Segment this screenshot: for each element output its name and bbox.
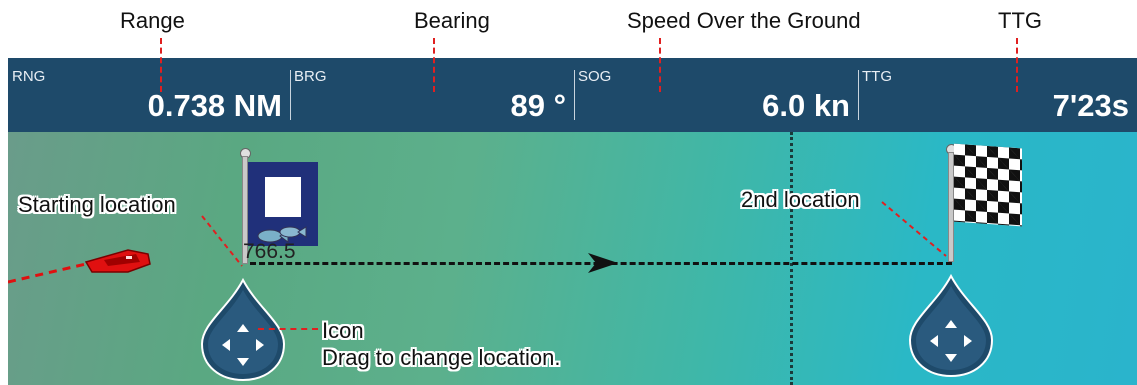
drag-handle-icon[interactable] — [200, 278, 286, 382]
callout-sog: Speed Over the Ground — [627, 8, 861, 33]
ttg-value: 7'23s — [1052, 88, 1129, 123]
sog-label: SOG — [578, 68, 612, 85]
route-arrow-icon — [588, 253, 618, 273]
ttg-leader — [1016, 38, 1018, 92]
checkered-flag-icon[interactable] — [954, 143, 1022, 227]
sog-value: 6.0 kn — [762, 88, 850, 123]
boat-track — [8, 249, 151, 284]
boat-icon — [84, 249, 151, 273]
depth-label: 766.5 — [243, 240, 296, 263]
start-leader — [201, 215, 243, 267]
rng-cell[interactable]: RNG 0.738 NM — [8, 58, 290, 132]
drag-handle-icon[interactable] — [908, 274, 994, 378]
brg-cell[interactable]: BRG 89 ° — [290, 58, 574, 132]
sog-leader — [659, 38, 661, 92]
ttg-label: TTG — [862, 68, 892, 85]
grid-line — [790, 132, 793, 385]
bearing-leader — [433, 38, 435, 92]
callout-ttg: TTG — [998, 8, 1042, 33]
rng-value: 0.738 NM — [147, 88, 282, 123]
second-leader — [881, 201, 947, 257]
chart-area[interactable]: 766.5 — [8, 132, 1137, 385]
callout-range: Range — [120, 8, 185, 33]
icon-leader — [258, 328, 318, 330]
ttg-cell[interactable]: TTG 7'23s — [858, 58, 1137, 132]
annotation-icon-desc: Drag to change location. — [322, 345, 561, 370]
data-bar: RNG 0.738 NM BRG 89 ° SOG 6.0 kn TTG 7'2… — [8, 58, 1137, 132]
rng-label: RNG — [12, 68, 46, 85]
annotation-second: 2nd location — [741, 187, 860, 212]
range-leader — [160, 38, 162, 92]
annotation-icon-title: Icon — [322, 318, 364, 343]
brg-label: BRG — [294, 68, 327, 85]
brg-value: 89 ° — [510, 88, 567, 123]
sog-cell[interactable]: SOG 6.0 kn — [574, 58, 858, 132]
callout-bearing: Bearing — [414, 8, 490, 33]
annotation-start: Starting location — [18, 192, 176, 217]
